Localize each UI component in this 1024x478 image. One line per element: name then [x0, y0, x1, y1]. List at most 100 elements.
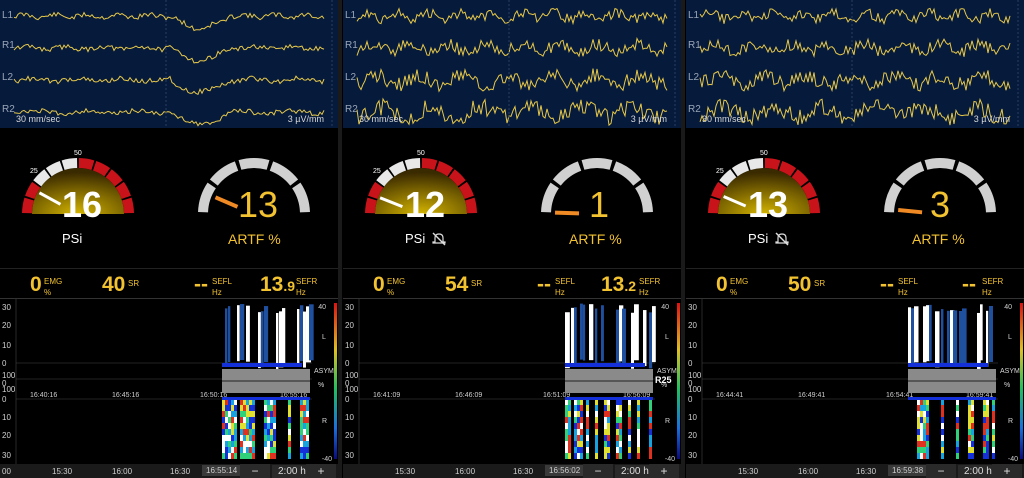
- dsa-right-cell: [941, 417, 944, 423]
- dsa-right-cell: [228, 405, 231, 411]
- dsa-right-cell: [992, 447, 995, 453]
- dsa-right-cell: [628, 417, 631, 423]
- dsa-right-cell: [637, 453, 640, 459]
- dsa-right-cell: [303, 423, 306, 429]
- dsa-right-cell: [604, 435, 607, 441]
- dsa-left-band: [258, 312, 261, 369]
- dsa-right-cell: [303, 447, 306, 453]
- dsa-right-cell: [568, 423, 571, 429]
- dsa-right-cell: [565, 429, 568, 435]
- dsa-right-cell: [225, 453, 228, 459]
- eeg-trace: [356, 37, 668, 58]
- dsa-right-cell: [607, 423, 610, 429]
- dsa-right-cell: [956, 411, 959, 417]
- dsa-right-cell: [300, 447, 303, 453]
- dsa-right-cell: [628, 441, 631, 447]
- timeline-cursor-time[interactable]: 16:59:38: [888, 465, 928, 476]
- dsa-right-cell: [941, 411, 944, 417]
- dsa-right-cell: [574, 429, 577, 435]
- zoom-out-button[interactable]: −: [240, 464, 270, 478]
- dsa-spectrogram: 30 20 10 0 100 0 100 0 10 20 30 16:44:41 16:49:41 16:…: [686, 298, 1024, 465]
- dsa-right-cell: [992, 441, 995, 447]
- zoom-in-button[interactable]: +: [649, 464, 679, 478]
- dsa-right-cell: [616, 447, 619, 453]
- alarm-muted-icon[interactable]: [431, 232, 447, 246]
- dsa-right-cell: [577, 429, 580, 435]
- dsa-side-label: R: [1008, 418, 1013, 425]
- dsa-right-cell: [565, 435, 568, 441]
- dsa-right-cell: [228, 453, 231, 459]
- dsa-right-cell: [240, 423, 243, 429]
- dsa-right-cell: [616, 405, 619, 411]
- dsa-right-cell: [968, 417, 971, 423]
- dsa-right-cell: [971, 441, 974, 447]
- dsa-right-cell: [270, 453, 273, 459]
- dsa-right-cell: [231, 417, 234, 423]
- alarm-muted-icon[interactable]: [774, 232, 790, 246]
- eeg-waveform-area: L1 R1 L2 R2 30 mm/sec 3 µV/mm: [0, 0, 338, 128]
- dsa-right-cell: [234, 411, 237, 417]
- dsa-right-cell: [986, 453, 989, 459]
- dsa-left-band: [565, 312, 570, 369]
- zoom-out-button[interactable]: −: [926, 464, 956, 478]
- panel-divider: [681, 0, 685, 478]
- dsa-right-cell: [649, 447, 652, 453]
- dsa-right-cell: [956, 447, 959, 453]
- sr-value: 54: [445, 273, 469, 296]
- psi-tick-25: 25: [373, 168, 381, 175]
- dsa-axis-label: 20: [345, 431, 354, 440]
- dsa-right-cell: [574, 441, 577, 447]
- dsa-right-cell: [983, 447, 986, 453]
- timeline-tick-2: 16:00: [798, 467, 819, 476]
- dsa-right-cell: [243, 429, 246, 435]
- dsa-right-cell: [303, 435, 306, 441]
- dsa-right-cell: [649, 429, 652, 435]
- sefl-unit: Hz: [555, 288, 565, 297]
- dsa-right-cell: [926, 435, 929, 441]
- dsa-right-cell: [628, 423, 631, 429]
- dsa-left-band: [297, 309, 300, 366]
- artf-value: 13: [238, 184, 279, 225]
- emg-unit: %: [387, 288, 395, 297]
- dsa-left-band: [580, 303, 583, 360]
- dsa-right-cell: [228, 417, 231, 423]
- dsa-right-cell: [240, 411, 243, 417]
- dsa-right-cell: [595, 435, 598, 441]
- dsa-axis-label: 10: [688, 341, 697, 350]
- dsa-right-cell: [228, 423, 231, 429]
- dsa-right-cell: [577, 447, 580, 453]
- psi-tick-25: 25: [30, 168, 38, 175]
- dsa-right-cell: [604, 447, 607, 453]
- dsa-right-cell: [628, 411, 631, 417]
- dsa-right-cell: [992, 411, 995, 417]
- dsa-right-cell: [956, 405, 959, 411]
- channel-label-r1: R1: [2, 40, 15, 51]
- artf-gauge-segment: [541, 182, 559, 213]
- eeg-sweep-speed: 30 mm/sec: [359, 114, 404, 124]
- dsa-right-cell: [249, 417, 252, 423]
- zoom-in-button[interactable]: +: [306, 464, 336, 478]
- channel-label-l2: L2: [688, 72, 700, 83]
- dsa-right-cell: [240, 435, 243, 441]
- dsa-left-band: [303, 311, 306, 368]
- dsa-left-band: [989, 305, 993, 362]
- dsa-right-cell: [580, 411, 583, 417]
- dsa-left-band: [649, 312, 653, 369]
- sefr-value: 13.9: [260, 273, 295, 297]
- zoom-out-button[interactable]: −: [583, 464, 613, 478]
- monitor-panel-1: L1 R1 L2 R2 30 mm/sec 3 µV/mm 25 50 16 P…: [0, 0, 338, 478]
- dsa-axis-label: 10: [345, 341, 354, 350]
- eeg-sweep-speed: 30 mm/sec: [16, 114, 61, 124]
- dsa-right-cell: [574, 447, 577, 453]
- dsa-right-cell: [306, 411, 309, 417]
- timeline-cursor-time[interactable]: 16:56:02: [545, 465, 585, 476]
- zoom-in-button[interactable]: +: [992, 464, 1022, 478]
- artf-needle: [554, 210, 580, 216]
- dsa-right-cell: [637, 441, 640, 447]
- dsa-right-cell: [222, 429, 225, 435]
- parameter-row: 0 EMG % 50 SR -- SEFL Hz -- SEFR Hz: [686, 268, 1024, 298]
- panel-divider: [338, 0, 342, 478]
- timeline-cursor-time[interactable]: 16:55:14: [202, 465, 242, 476]
- dsa-right-cell: [243, 405, 246, 411]
- dsa-right-cell: [228, 435, 231, 441]
